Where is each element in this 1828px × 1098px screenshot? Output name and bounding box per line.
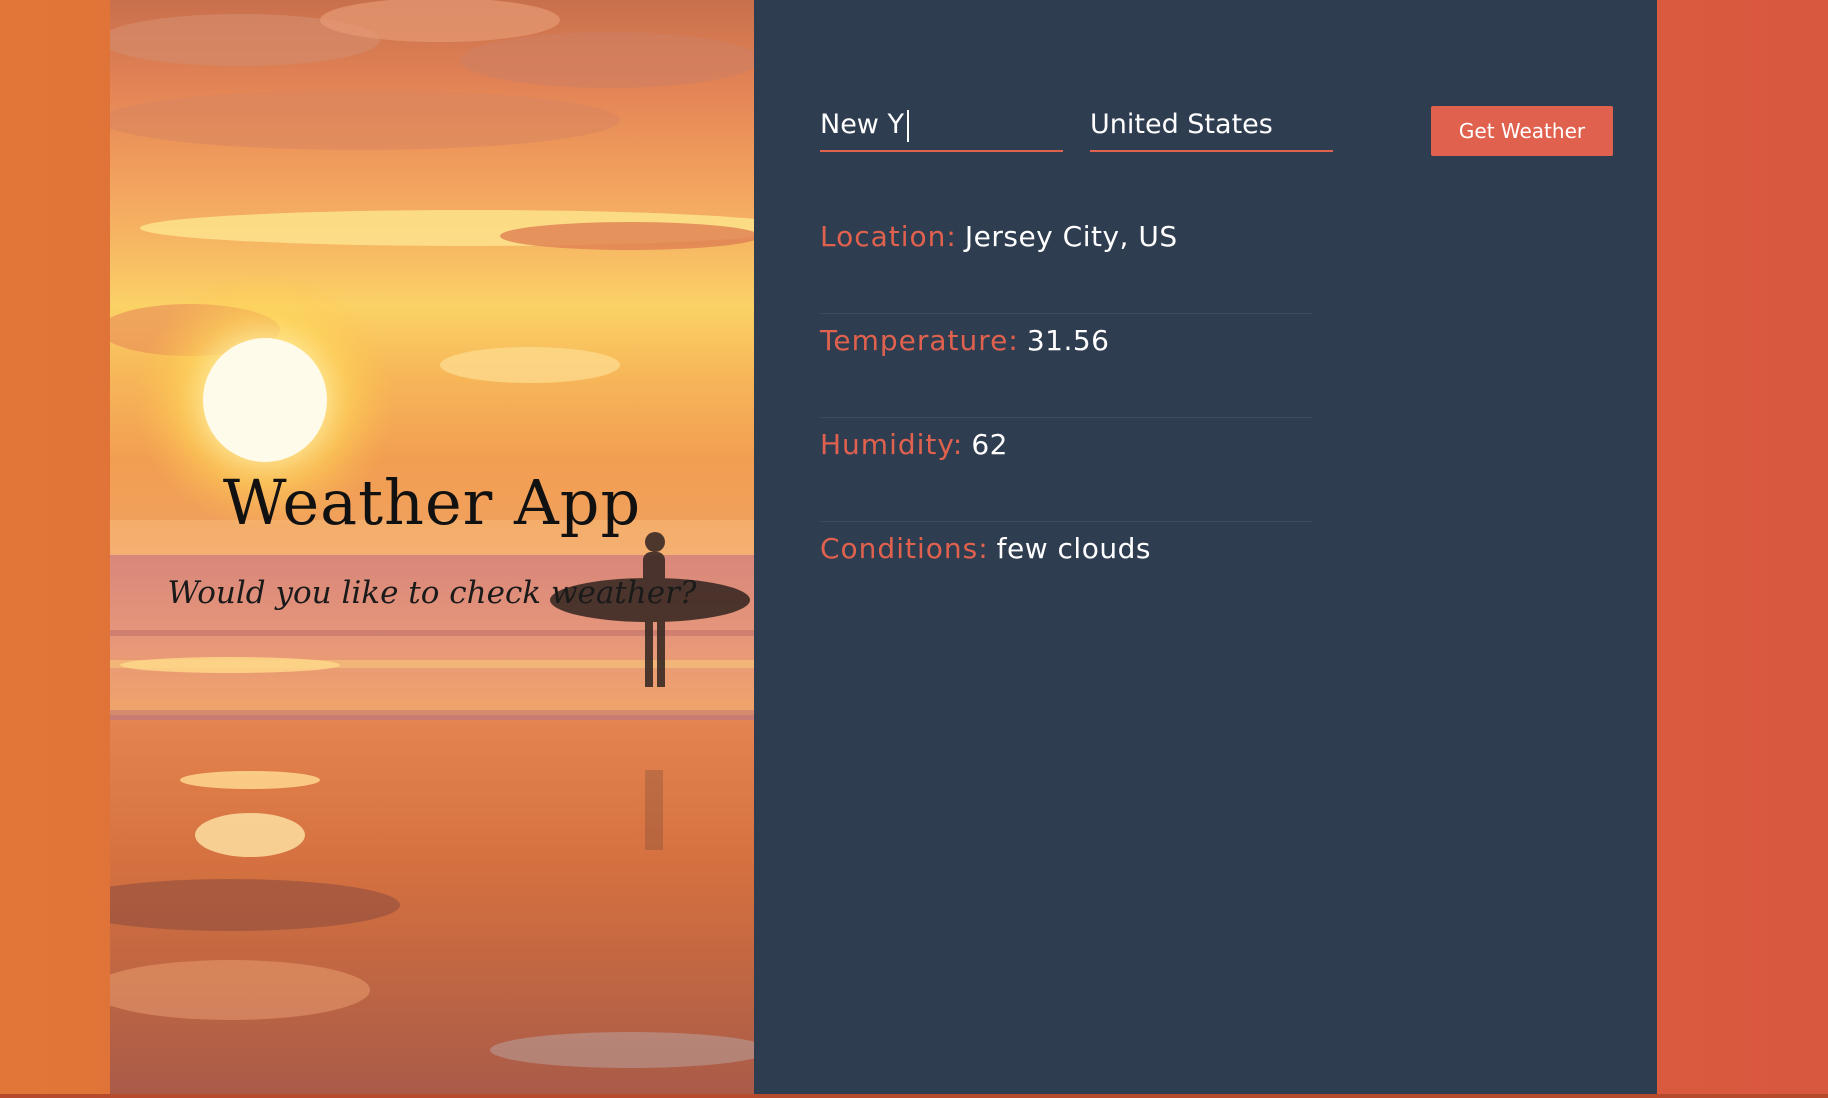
bottom-edge [0,1094,1828,1098]
app-subtitle: Would you like to check weather? [167,575,697,611]
location-label: Location: [820,220,957,253]
app-title: Weather App [222,466,642,539]
text-caret [907,110,909,142]
get-weather-button[interactable]: Get Weather [1431,106,1613,156]
weather-results: Location: Jersey City, US Temperature: 31.… [820,210,1313,626]
temperature-label: Temperature: [820,324,1019,357]
temperature-row: Temperature: 31.56 [820,314,1313,418]
location-value: Jersey City, US [964,220,1178,253]
conditions-value: few clouds [996,532,1151,565]
page: Weather App Would you like to check weat… [0,0,1828,1098]
weather-panel: Get Weather Location:Jersey City, US Tem… [754,0,1657,1094]
humidity-value: 62 [971,428,1008,461]
sunset-beach-image [110,0,754,1094]
humidity-row: Humidity: 62 [820,418,1313,522]
city-input[interactable] [820,104,1063,152]
humidity-label: Humidity: [820,428,964,461]
conditions-label: Conditions: [820,532,989,565]
temperature-value: 31.56 [1026,324,1110,357]
hero-photo-panel: Weather App Would you like to check weat… [110,0,754,1094]
conditions-row: Conditions: few clouds [820,522,1313,626]
location-row: Location: Jersey City, US [820,210,1313,314]
country-input[interactable] [1090,104,1333,152]
